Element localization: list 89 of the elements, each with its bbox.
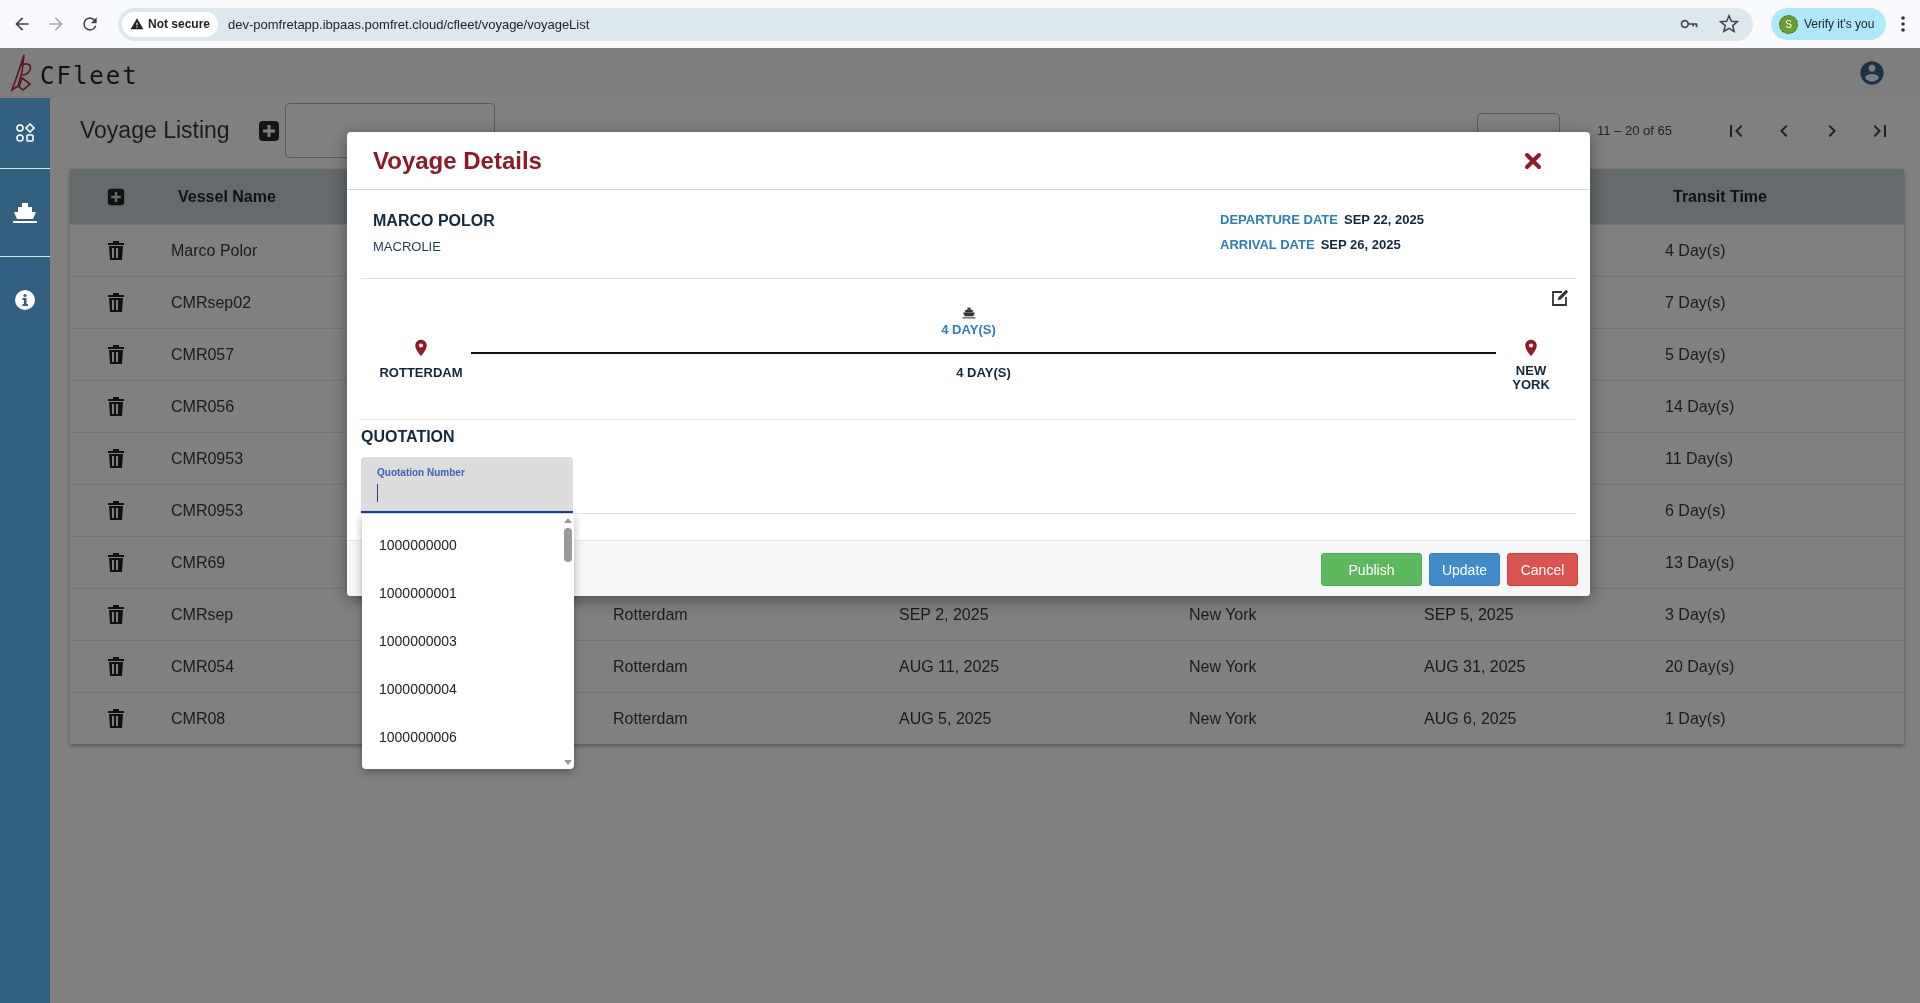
date-value: SEP 22, 2025: [1343, 212, 1424, 227]
option-item[interactable]: 1000000003: [362, 617, 562, 665]
table-cell: Marco Polor: [171, 241, 258, 260]
dialog-button[interactable]: Cancel: [1507, 553, 1578, 586]
table-cell: 11 Day(s): [1665, 449, 1734, 468]
avatar: S: [1779, 14, 1798, 34]
trash-icon[interactable]: [107, 709, 124, 728]
table-cell: CMR056: [171, 397, 235, 416]
trash-icon[interactable]: [107, 605, 124, 624]
trash-icon[interactable]: [107, 241, 124, 260]
table-cell: New York: [1189, 657, 1257, 676]
option-item[interactable]: 1000000006: [362, 713, 562, 761]
table-cell: 14 Day(s): [1665, 397, 1735, 416]
table-cell: 20 Day(s): [1665, 657, 1735, 676]
dialog-button[interactable]: Update: [1429, 553, 1500, 586]
page-title: Voyage Listing: [80, 117, 230, 144]
account-icon[interactable]: [1858, 59, 1886, 87]
table-cell: CMR0953: [171, 449, 244, 468]
table-cell: 1 Day(s): [1665, 709, 1726, 728]
reload-icon[interactable]: [80, 14, 100, 34]
section-heading: QUOTATION: [361, 428, 456, 447]
date-label: DEPARTURE DATE: [1220, 212, 1338, 227]
location-pin-icon: [1523, 339, 1539, 357]
vessel-name: MARCO POLOR: [373, 212, 495, 230]
trash-icon[interactable]: [107, 501, 124, 520]
table-cell: Rotterdam: [613, 657, 688, 676]
address-bar[interactable]: Not secure dev-pomfretapp.ibpaas.pomfret.cloud/cfleet/voyage/voyageList: [118, 7, 1753, 41]
option-item[interactable]: 1000000001: [362, 569, 562, 617]
city-label: ROTTERDAM: [379, 365, 463, 380]
table-cell: CMRsep: [171, 605, 234, 624]
star-icon[interactable]: [1719, 14, 1739, 34]
add-icon[interactable]: [257, 119, 280, 142]
table-cell: SEP 2, 2025: [899, 605, 989, 624]
table-cell: CMR08: [171, 709, 226, 728]
url-text: dev-pomfretapp.ibpaas.pomfret.cloud/cfleet/voyage/voyageList: [228, 16, 590, 32]
edit-icon[interactable]: [1551, 289, 1569, 306]
trash-icon[interactable]: [107, 345, 124, 364]
table-cell: 3 Day(s): [1665, 605, 1726, 624]
security-chip[interactable]: Not secure: [122, 11, 219, 37]
more-icon[interactable]: [1900, 14, 1907, 34]
table-cell: AUG 5, 2025: [899, 709, 992, 728]
operator-name: MACROLIE: [373, 239, 442, 254]
table-cell: 13 Day(s): [1665, 553, 1735, 572]
table-cell: New York: [1189, 709, 1257, 728]
info-icon: [14, 289, 36, 311]
close-icon[interactable]: [1524, 151, 1542, 170]
table-cell: CMRsep02: [171, 293, 252, 312]
trash-icon[interactable]: [107, 553, 124, 572]
table-cell: CMR69: [171, 553, 226, 572]
option-item[interactable]: 1000000000: [362, 521, 562, 569]
duration-label: 4 DAY(S): [941, 322, 996, 337]
table-cell: CMR057: [171, 345, 235, 364]
table-cell: CMR0953: [171, 501, 244, 520]
apps-icon: [15, 123, 35, 143]
date-label: ARRIVAL DATE: [1220, 237, 1315, 252]
column-header: Vessel Name: [177, 187, 276, 206]
date-value: SEP 26, 2025: [1320, 237, 1401, 252]
trash-icon[interactable]: [107, 397, 124, 416]
add-icon[interactable]: [106, 187, 125, 206]
table-cell: 6 Day(s): [1665, 501, 1726, 520]
table-cell: 5 Day(s): [1665, 345, 1726, 364]
warning-icon: [130, 17, 144, 31]
table-cell: AUG 31, 2025: [1424, 657, 1526, 676]
logo-text: CFleet: [40, 64, 139, 88]
ship-icon: [961, 307, 976, 319]
table-cell: 4 Day(s): [1665, 241, 1726, 260]
quotation-number-field[interactable]: Quotation Number: [361, 457, 573, 513]
location-pin-icon: [413, 339, 429, 357]
security-label: Not secure: [148, 17, 211, 31]
ship-icon: [12, 201, 38, 224]
city-label: NEW YORK: [1511, 364, 1551, 392]
table-cell: AUG 6, 2025: [1424, 709, 1517, 728]
profile-chip-label: Verify it's you: [1804, 17, 1875, 31]
dialog-title: Voyage Details: [373, 146, 542, 175]
profile-chip[interactable]: S Verify it's you: [1771, 8, 1887, 40]
table-cell: New York: [1189, 605, 1257, 624]
page-range: 11 – 20 of 65: [1597, 123, 1672, 138]
table-cell: AUG 11, 2025: [899, 657, 1000, 676]
table-cell: Rotterdam: [613, 605, 688, 624]
column-header: Transit Time: [1672, 187, 1767, 206]
table-cell: Rotterdam: [613, 709, 688, 728]
table-cell: 7 Day(s): [1665, 293, 1726, 312]
trash-icon[interactable]: [107, 657, 124, 676]
duration-label: 4 DAY(S): [956, 365, 1011, 380]
option-item[interactable]: 1000000004: [362, 665, 562, 713]
trash-icon[interactable]: [107, 449, 124, 468]
table-cell: CMR054: [171, 657, 235, 676]
table-cell: SEP 5, 2025: [1424, 605, 1514, 624]
trash-icon[interactable]: [107, 293, 124, 312]
